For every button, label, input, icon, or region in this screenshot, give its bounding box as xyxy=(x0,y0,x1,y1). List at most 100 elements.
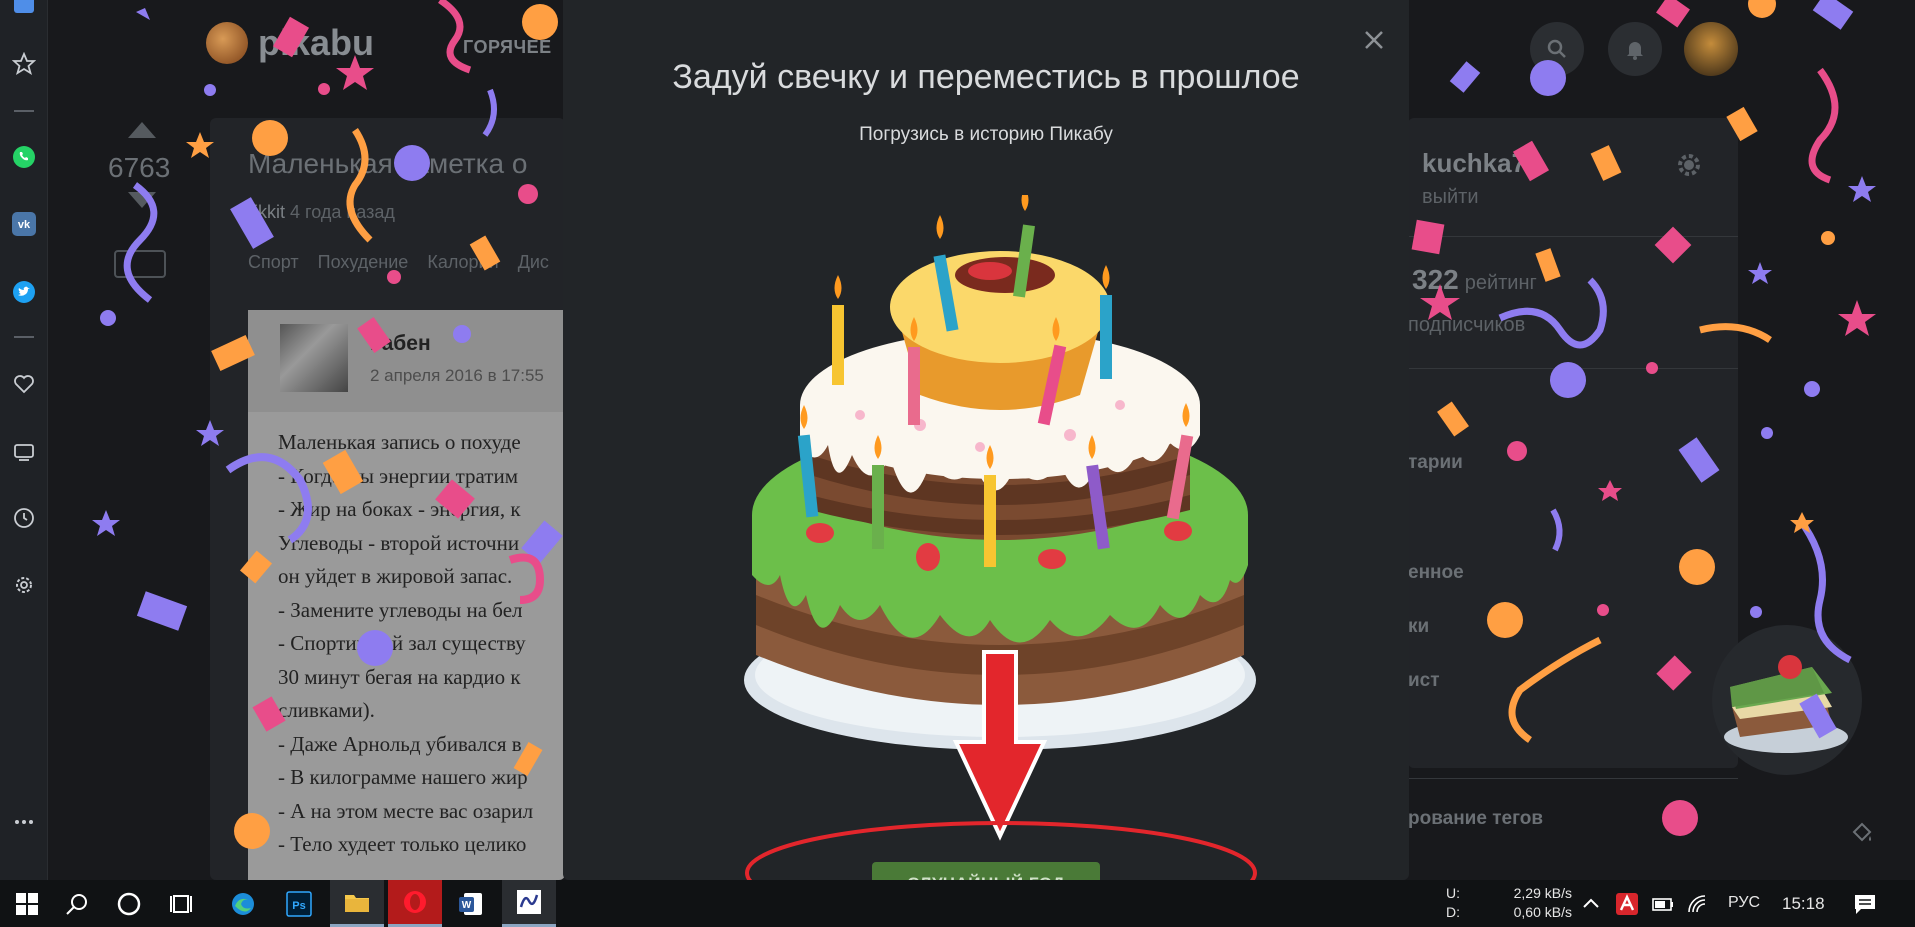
divider xyxy=(1408,236,1738,237)
text-line: 30 минут бегая на кардио к xyxy=(278,664,521,689)
photoshop-icon: Ps xyxy=(286,890,312,917)
post-image: Габен 2 апреля 2016 в 17:55 Маленькая за… xyxy=(248,310,565,880)
twitter-icon[interactable] xyxy=(12,280,36,304)
post-author[interactable]: rikkit xyxy=(248,202,285,222)
rating-label: рейтинг xyxy=(1464,272,1537,294)
post-time: 4 года назад xyxy=(290,202,395,222)
browser-sidebar: vk xyxy=(0,0,48,880)
download-speed: 0,60 kB/s xyxy=(1513,904,1572,920)
tag[interactable]: Спорт xyxy=(248,252,299,272)
subscribers-label[interactable]: подписчиков xyxy=(1408,314,1525,337)
profile-settings-icon[interactable] xyxy=(1676,152,1702,183)
text-line: - Спортивный зал существу xyxy=(278,631,526,655)
theme-paint-icon[interactable] xyxy=(1850,822,1874,851)
star-icon[interactable] xyxy=(12,52,36,76)
divider xyxy=(1408,778,1738,779)
search-icon xyxy=(1547,39,1566,58)
unknown-app[interactable] xyxy=(502,880,556,927)
logout-link[interactable]: выйти xyxy=(1422,186,1479,209)
notifications-button[interactable] xyxy=(1608,22,1662,76)
word-icon: W xyxy=(459,892,482,915)
text-line: Углеводы - второй источни xyxy=(278,530,520,555)
language-indicator[interactable]: РУС xyxy=(1728,894,1760,912)
svg-text:W: W xyxy=(462,900,472,911)
windows-taskbar: Ps W U: D: 2,29 kB/s 0,60 kB/s РУС 15:18 xyxy=(0,880,1915,927)
notification-icon xyxy=(1855,894,1875,914)
post-meta: rikkit 4 года назад xyxy=(248,202,395,223)
profile-menu-item[interactable]: тарии xyxy=(1408,452,1463,474)
taskbar-search-button[interactable] xyxy=(50,880,104,927)
file-explorer-app[interactable] xyxy=(330,880,384,927)
modal-subtitle: Погрузись в историю Пикабу xyxy=(859,124,1113,145)
post-card: Маленькая заметка о rikkit 4 года назад … xyxy=(210,118,565,880)
text-line: - Тело худеет только целико xyxy=(278,832,527,856)
avira-icon xyxy=(1616,892,1638,915)
wifi-icon xyxy=(1688,894,1706,912)
tag[interactable]: Калории xyxy=(427,252,498,272)
upvote-icon[interactable] xyxy=(128,122,156,138)
profile-menu-item[interactable]: енное xyxy=(1408,562,1464,584)
image-author-photo xyxy=(280,324,348,392)
cake-slice-icon xyxy=(1724,655,1848,753)
save-post-button[interactable] xyxy=(114,250,166,278)
cortana-button[interactable] xyxy=(102,880,156,927)
text-line: - Жир на боках - энергия, к xyxy=(278,497,521,521)
whatsapp-icon[interactable] xyxy=(12,145,36,169)
heart-icon[interactable] xyxy=(12,372,36,396)
modal-title: Задуй свечку и переместись в прошлое xyxy=(672,58,1300,96)
tag[interactable]: Дис xyxy=(518,252,549,272)
photoshop-app[interactable]: Ps xyxy=(272,880,326,927)
profile-username[interactable]: kuchka70 xyxy=(1422,148,1541,179)
task-view-button[interactable] xyxy=(155,880,209,927)
site-logo[interactable]: pikabu xyxy=(206,22,374,64)
image-text: Маленькая запись о похуде - Когда мы эне… xyxy=(278,426,565,862)
edge-app[interactable] xyxy=(216,880,270,927)
modal-close-button[interactable] xyxy=(1360,26,1388,54)
vk-icon[interactable]: vk xyxy=(12,212,36,236)
user-avatar[interactable] xyxy=(1684,22,1738,76)
history-icon[interactable] xyxy=(12,506,36,530)
logo-text: pikabu xyxy=(258,22,375,63)
tabs-icon[interactable] xyxy=(12,440,36,464)
network-speeds: 2,29 kB/s 0,60 kB/s xyxy=(1500,884,1572,922)
profile-menu-item[interactable]: ки xyxy=(1408,616,1429,638)
image-date: 2 апреля 2016 в 17:55 xyxy=(370,366,544,385)
opera-app[interactable] xyxy=(388,880,442,927)
text-line: - Когда мы энергии тратим xyxy=(278,463,519,488)
action-center-button[interactable] xyxy=(1838,880,1892,927)
profile-menu-item[interactable]: ист xyxy=(1408,670,1440,692)
clock[interactable]: 15:18 xyxy=(1782,894,1825,914)
svg-text:vk: vk xyxy=(18,219,31,231)
text-line: Маленькая запись о похуде xyxy=(278,430,521,454)
settings-icon[interactable] xyxy=(12,573,36,597)
text-line: - Даже Арнольд убивался в xyxy=(278,731,522,756)
profile-rating: 322 рейтинг xyxy=(1412,264,1537,296)
upload-speed: 2,29 kB/s xyxy=(1513,885,1572,901)
downvote-icon[interactable] xyxy=(128,192,156,208)
text-line: сливками). xyxy=(278,698,375,722)
download-label: D: xyxy=(1446,904,1460,920)
wifi-tray[interactable] xyxy=(1672,880,1726,927)
tag[interactable]: Похудение xyxy=(318,252,409,272)
tags-editing-link[interactable]: рование тегов xyxy=(1408,808,1543,830)
nav-hot[interactable]: ГОРЯЧЕЕ xyxy=(463,37,552,58)
image-author: Габен xyxy=(370,332,431,355)
more-icon[interactable] xyxy=(12,810,36,834)
svg-text:Ps: Ps xyxy=(292,900,305,912)
pikabu-logo-icon xyxy=(206,22,248,64)
sidebar-separator xyxy=(14,336,34,338)
text-line: - В килограмме нашего жир xyxy=(278,765,528,789)
text-line: - Замените углеводы на бел xyxy=(278,597,523,622)
search-button[interactable] xyxy=(1530,22,1584,76)
post-title[interactable]: Маленькая заметка о xyxy=(248,148,527,180)
rating-value: 322 xyxy=(1412,264,1459,295)
upload-label: U: xyxy=(1446,885,1460,901)
divider xyxy=(1408,368,1738,369)
start-button[interactable] xyxy=(0,880,54,927)
word-app[interactable]: W xyxy=(444,880,498,927)
panel-icon[interactable] xyxy=(12,0,36,18)
close-icon xyxy=(1365,31,1383,49)
folder-icon xyxy=(345,895,369,912)
birthday-cake-illustration xyxy=(744,195,1256,750)
birthday-cake-widget[interactable] xyxy=(1712,625,1862,775)
